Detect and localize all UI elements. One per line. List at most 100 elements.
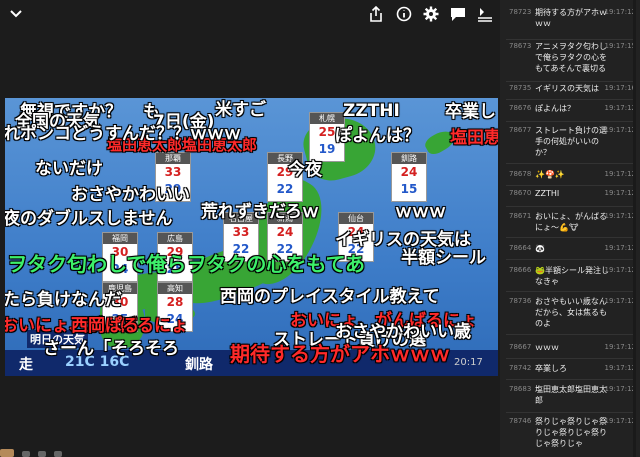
card-city: 仙台 — [339, 213, 373, 224]
comment-number: 78736 — [509, 297, 532, 305]
comment-row[interactable]: 78667 ｗｗｗ 19:17:12 — [500, 341, 640, 359]
danmaku-comment: おさやかわいい — [71, 185, 190, 205]
comment-time: 19:17:12 — [604, 417, 636, 425]
comment-text: ｗｗｗ — [535, 343, 559, 352]
card-high: 33 — [164, 165, 182, 179]
danmaku-comment: 米すご — [215, 100, 266, 120]
comment-row[interactable]: 78673 アニメヲタク匂わしで俺らヲタクの心をもてあそんで裏切る 19:17:15 — [500, 40, 640, 82]
comment-text: ZZTHI — [535, 189, 560, 198]
danmaku-comment: ｗｗｗ — [395, 202, 446, 222]
comment-row[interactable]: 78677 ストレート負けの選手の何処がいいのか？ 19:17:12 — [500, 124, 640, 164]
comment-row[interactable]: 78735 イギリスの天気は 19:17:16 — [500, 82, 640, 100]
divider — [506, 334, 636, 335]
comment-list-toggle-icon[interactable] — [475, 4, 495, 24]
comment-number: 78677 — [509, 126, 532, 134]
card-city: 広島 — [158, 233, 192, 244]
card-high: 24 — [400, 165, 418, 179]
comment-text: 🐼 — [535, 244, 545, 253]
divider — [506, 185, 636, 186]
share-icon[interactable] — [366, 4, 386, 24]
divider — [506, 358, 636, 359]
ticker-left: 走 — [19, 357, 33, 373]
comment-text: 期待する方がアホｗｗｗ — [535, 8, 607, 28]
player-toolbar — [0, 0, 500, 30]
card-city: 釧路 — [392, 153, 426, 164]
comment-row[interactable]: 78670 ZZTHI 19:17:12 — [500, 187, 640, 207]
comment-row[interactable]: 78723 期待する方がアホｗｗｗ 19:17:12 — [500, 6, 640, 40]
thumbnail-item[interactable] — [38, 451, 46, 457]
comment-row[interactable]: 78683 塩田恵太郎塩田恵太郎 19:17:12 — [500, 383, 640, 413]
thumbnail-item[interactable] — [0, 449, 14, 457]
divider — [506, 237, 636, 238]
comment-number: 78671 — [509, 212, 532, 220]
danmaku-comment: 夜のダブルスしません — [5, 209, 173, 229]
comment-row[interactable]: 78742 卒業しろ 19:17:12 — [500, 362, 640, 380]
comment-time: 19:17:12 — [604, 8, 636, 16]
comment-text: 🐸半額シール発注しなきゃ — [535, 266, 609, 286]
comment-time: 19:17:12 — [604, 126, 636, 134]
danmaku-comment: れポンコどうすんだ？？ｗｗｗ — [5, 124, 241, 144]
comment-row[interactable]: 78666 🐸半額シール発注しなきゃ 19:17:12 — [500, 264, 640, 292]
comment-time: 19:17:15 — [604, 42, 636, 50]
danmaku-comment: たら負けなんだ — [5, 290, 122, 310]
comment-time: 19:17:12 — [604, 189, 636, 197]
comment-row[interactable]: 78736 おさやもいい歳なんだから、女は焦るものよ 19:17:12 — [500, 295, 640, 335]
divider — [506, 379, 636, 380]
comment-number: 78723 — [509, 8, 532, 16]
comment-number: 78735 — [509, 84, 532, 92]
divider — [506, 206, 636, 207]
comment-time: 19:17:12 — [604, 343, 636, 351]
divider — [506, 259, 636, 260]
comment-time: 19:17:16 — [604, 84, 636, 92]
danmaku-comment: 卒業し — [445, 102, 496, 122]
divider — [506, 121, 636, 122]
comment-text: おいにょ、がんばるにょ～💪🐮 — [535, 212, 607, 232]
comment-text: 塩田恵太郎塩田恵太郎 — [535, 385, 607, 405]
ticker-time: 20:17 — [454, 357, 483, 368]
danmaku-comment: 荒れずきだろｗ — [201, 202, 319, 222]
card-city: 高知 — [158, 283, 192, 294]
ticker-city: 釧路 — [185, 357, 213, 373]
comment-number: 78673 — [509, 42, 532, 50]
comment-row[interactable]: 78678 ✨🍄✨ 19:17:12 — [500, 168, 640, 186]
danmaku-comment: ZZTHI — [343, 101, 400, 121]
comment-time: 19:17:12 — [604, 212, 636, 220]
danmaku-comment: 西岡ぱる — [71, 316, 139, 336]
comment-row[interactable]: 78676 ぽよんは？ 19:17:12 — [500, 102, 640, 122]
danmaku-comment: 期待する方がアホｗｗｗ — [230, 342, 450, 366]
thumbnail-strip[interactable] — [0, 447, 100, 457]
info-icon[interactable] — [394, 4, 414, 24]
card-high: 33 — [232, 225, 250, 239]
comment-row[interactable]: 78664 🐼 19:17:12 — [500, 242, 640, 260]
comment-number: 78746 — [509, 417, 532, 425]
comment-time: 19:17:12 — [604, 266, 636, 274]
weather-card: 釧路 24 15 — [391, 152, 427, 202]
comment-time: 19:17:12 — [604, 385, 636, 393]
danmaku-comment: ないだけ — [35, 159, 103, 179]
gear-icon[interactable] — [421, 4, 441, 24]
danmaku-comment: さーん「そろそろ — [43, 339, 179, 359]
card-low: 15 — [400, 182, 418, 196]
comment-text: アニメヲタク匂わしで俺らヲタクの心をもてあそんで裏切る — [535, 42, 607, 73]
comment-number: 78676 — [509, 104, 532, 112]
video-player[interactable]: 札幌 25 19 釧路 24 15 那覇 33 29 仙台 24 22 福岡 3… — [5, 98, 498, 376]
comment-icon[interactable] — [448, 4, 468, 24]
danmaku-comment: ヲタク匂わしで俺らヲタクの心をもてあ — [7, 252, 365, 276]
comment-list-panel[interactable]: 78723 期待する方がアホｗｗｗ 19:17:12 78673 アニメヲタク匂わしで… — [500, 0, 640, 457]
comment-number: 78666 — [509, 266, 532, 274]
comment-row[interactable]: 78671 おいにょ、がんばるにょ～💪🐮 19:17:12 — [500, 210, 640, 238]
comment-text: ストレート負けの選手の何処がいいのか？ — [535, 126, 607, 157]
chevron-down-icon[interactable] — [6, 4, 26, 24]
comment-text: おさやもいい歳なんだから、女は焦るものよ — [535, 297, 607, 328]
danmaku-comment: 塩田恵 — [450, 128, 498, 148]
card-city: 札幌 — [310, 113, 344, 124]
danmaku-comment: 今夜 — [288, 160, 322, 180]
thumbnail-item[interactable] — [54, 451, 62, 457]
divider — [506, 291, 636, 292]
comment-time: 19:17:12 — [604, 244, 636, 252]
danmaku-comment: ぽよんは？ — [335, 126, 420, 146]
thumbnail-item[interactable] — [22, 451, 30, 457]
comment-row[interactable]: 78746 祭りじゃ祭りじゃ祭りじゃ祭りじゃ祭りじゃ祭りじゃ 19:17:12 — [500, 415, 640, 455]
scrollbar[interactable] — [633, 0, 636, 457]
comment-text: ✨🍄✨ — [535, 170, 565, 179]
